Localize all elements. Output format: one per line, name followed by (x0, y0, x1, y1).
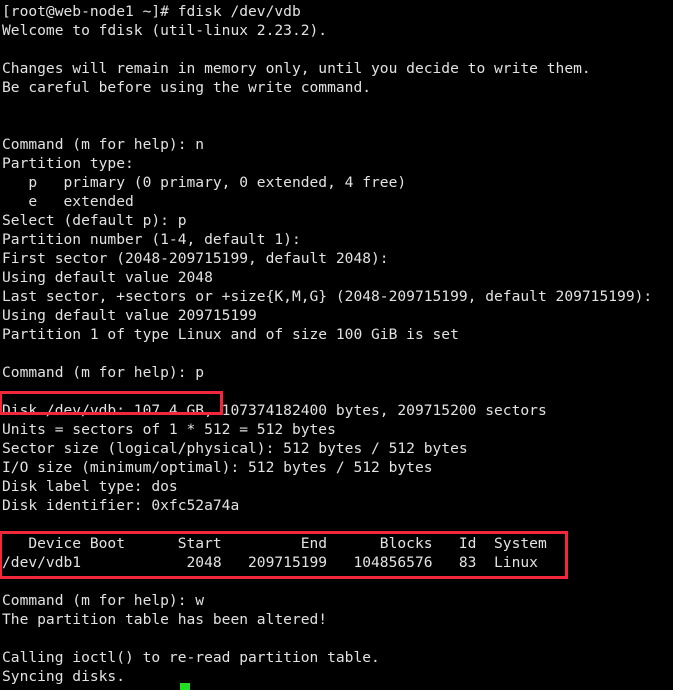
terminal-line: First sector (2048-209715199, default 20… (2, 250, 389, 267)
terminal-line: Select (default p): p (2, 212, 187, 229)
terminal-line: Partition type: (2, 155, 134, 172)
partition-table-row: /dev/vdb1 2048 209715199 104856576 83 Li… (2, 554, 538, 571)
terminal-line: Partition number (1-4, default 1): (2, 231, 301, 248)
terminal-line: Syncing disks. (2, 668, 126, 685)
terminal-line: Last sector, +sectors or +size{K,M,G} (2… (2, 288, 653, 305)
terminal-line: The partition table has been altered! (2, 611, 328, 628)
terminal-line: Disk identifier: 0xfc52a74a (2, 497, 240, 514)
terminal-line: Partition 1 of type Linux and of size 10… (2, 326, 459, 343)
terminal-line: Welcome to fdisk (util-linux 2.23.2). (2, 22, 328, 39)
terminal-cursor (180, 683, 190, 690)
terminal-line: Units = sectors of 1 * 512 = 512 bytes (2, 421, 336, 438)
terminal-line: Disk label type: dos (2, 478, 178, 495)
terminal-line: Be careful before using the write comman… (2, 79, 372, 96)
terminal-output: [root@web-node1 ~]# fdisk /dev/vdb Welco… (2, 2, 673, 686)
terminal-line-command-n: Command (m for help): n (2, 136, 205, 153)
partition-table-header: Device Boot Start End Blocks Id System (2, 535, 547, 552)
terminal-line-command-p: Command (m for help): p (2, 364, 205, 381)
terminal-window[interactable]: [root@web-node1 ~]# fdisk /dev/vdb Welco… (0, 0, 673, 690)
terminal-line: [root@web-node1 ~]# fdisk /dev/vdb (2, 3, 301, 20)
terminal-line: p primary (0 primary, 0 extended, 4 free… (2, 174, 407, 191)
terminal-line: Using default value 209715199 (2, 307, 257, 324)
terminal-line: Changes will remain in memory only, unti… (2, 60, 591, 77)
terminal-line: Calling ioctl() to re-read partition tab… (2, 649, 380, 666)
terminal-line: Using default value 2048 (2, 269, 213, 286)
terminal-line: Sector size (logical/physical): 512 byte… (2, 440, 468, 457)
terminal-line-command-w: Command (m for help): w (2, 592, 205, 609)
terminal-line-disk-summary: Disk /dev/vdb: 107.4 GB, 107374182400 by… (2, 402, 547, 419)
terminal-line: I/O size (minimum/optimal): 512 bytes / … (2, 459, 433, 476)
terminal-line: e extended (2, 193, 134, 210)
